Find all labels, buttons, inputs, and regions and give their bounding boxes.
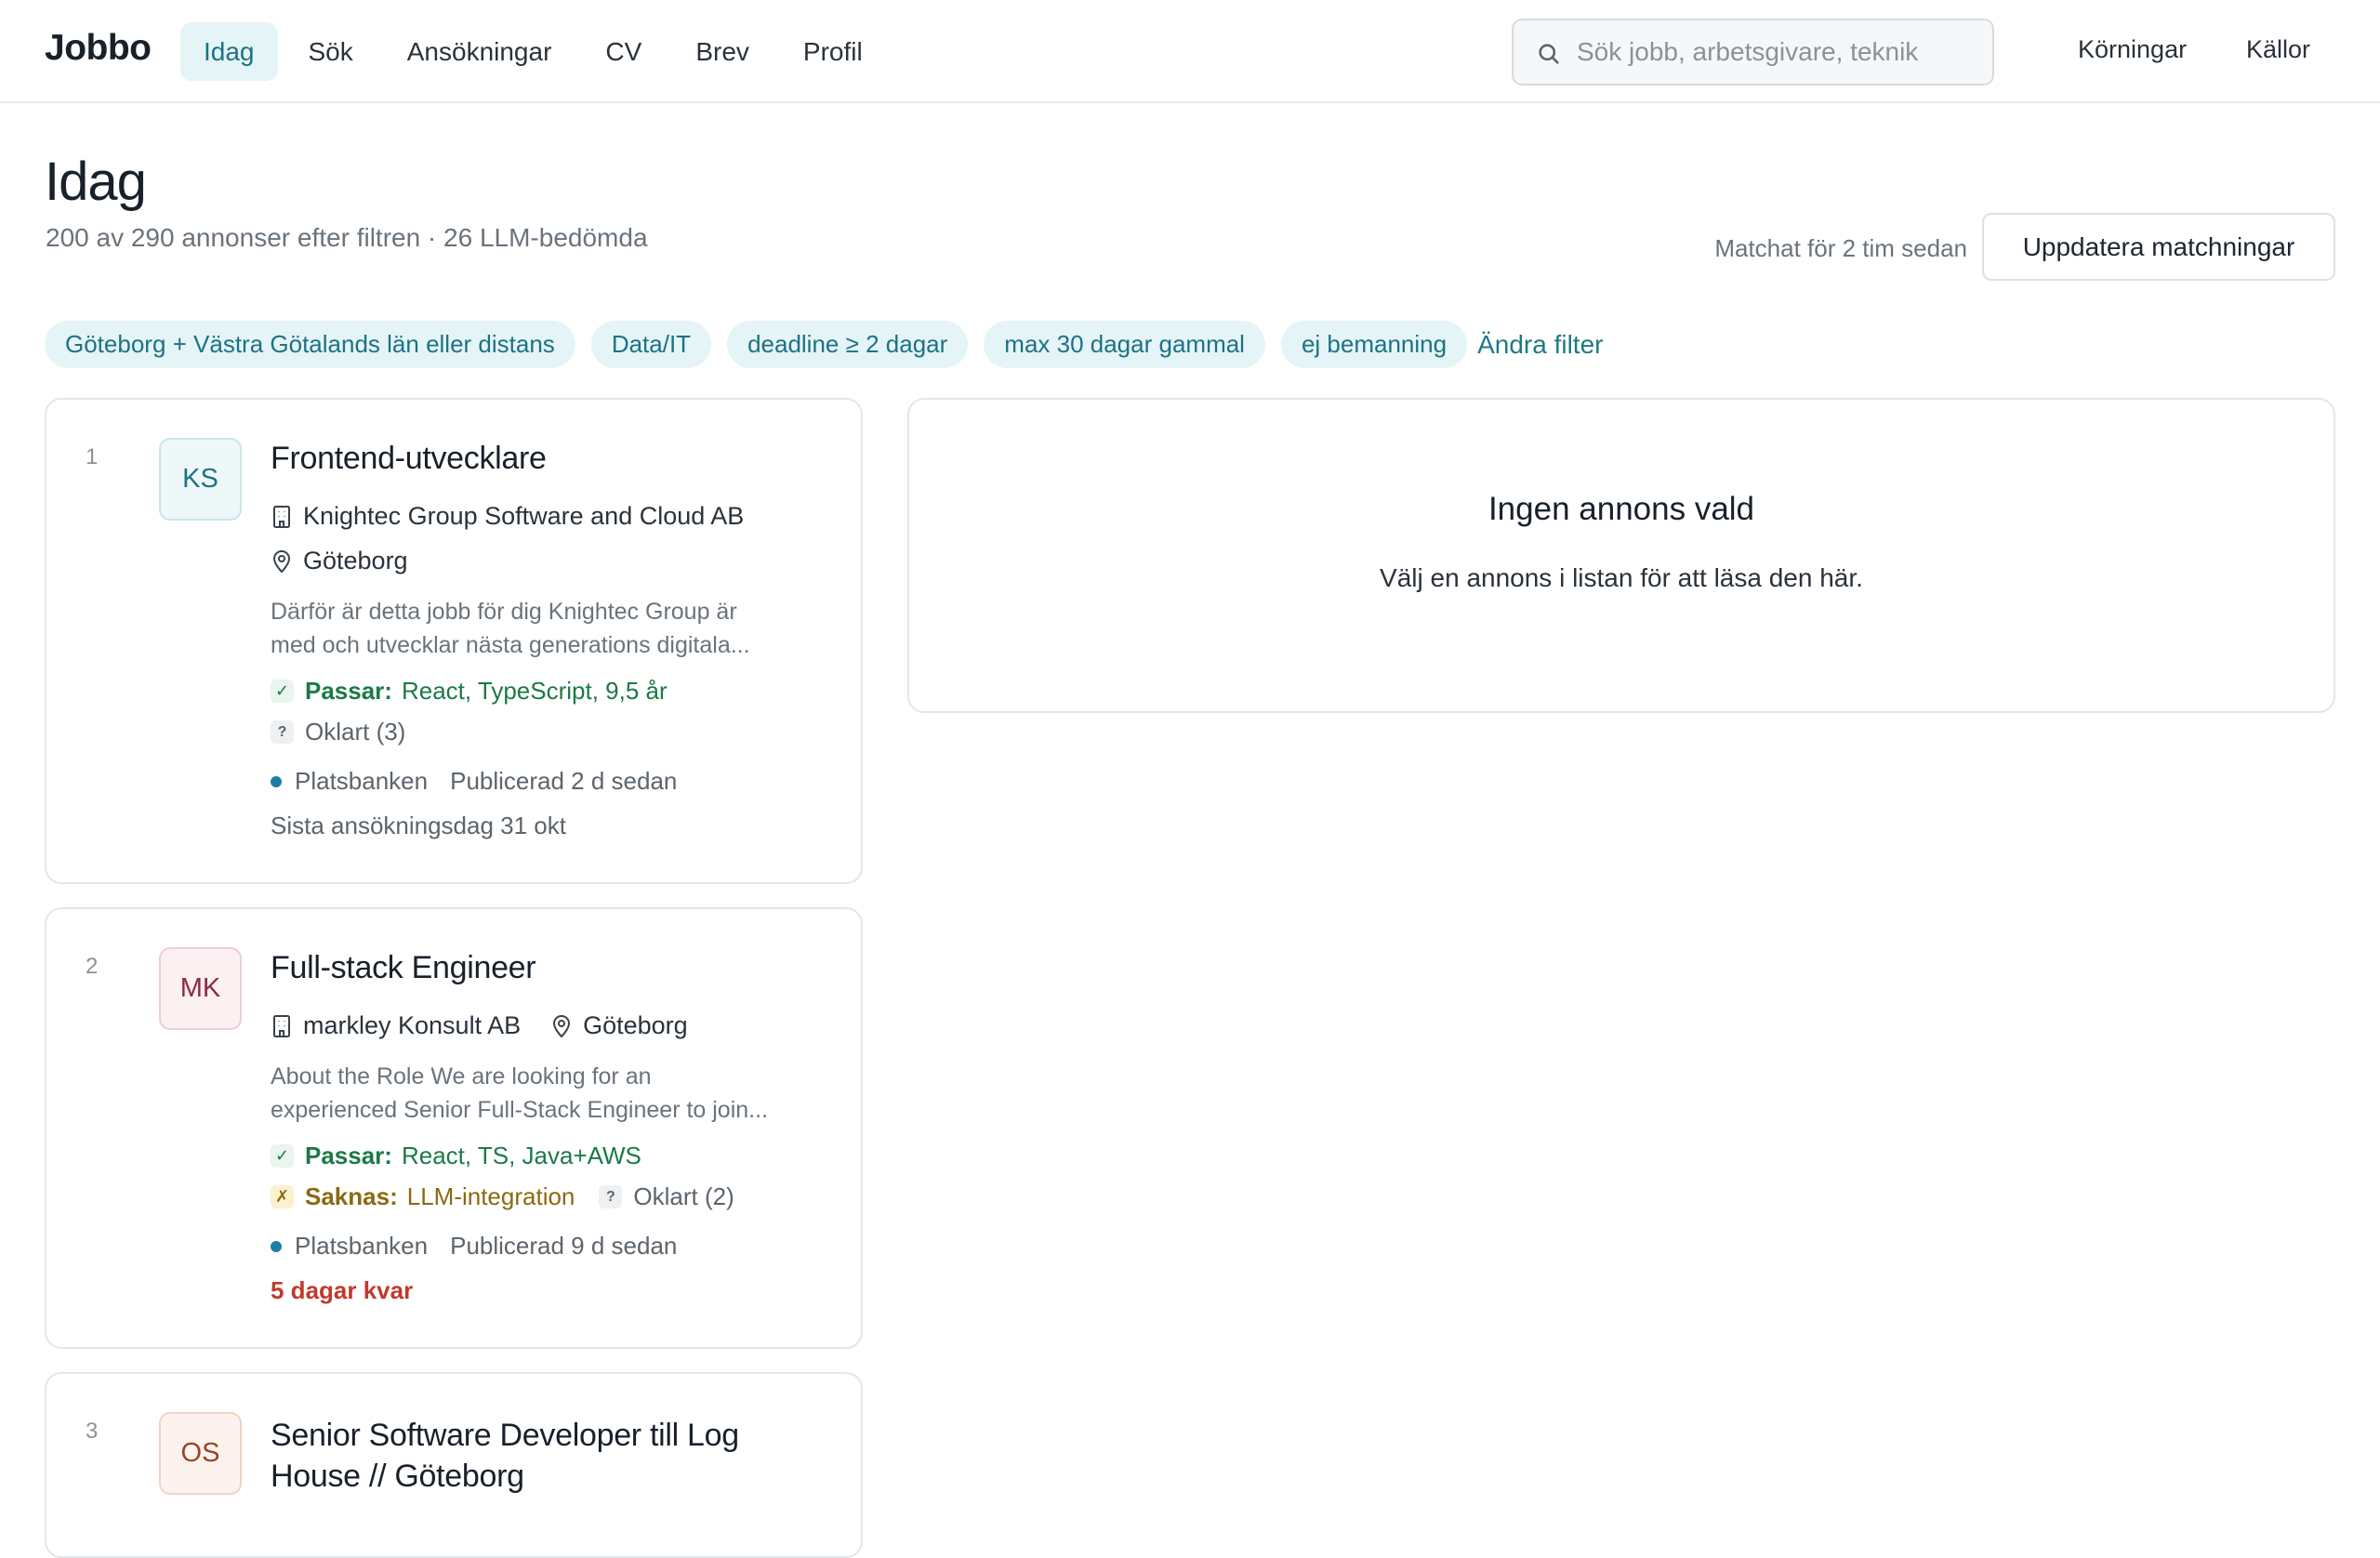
- company-name: markley Konsult AB: [303, 1011, 522, 1039]
- company-avatar: KS: [159, 438, 242, 521]
- top-navigation-bar: Jobbo Idag Sök Ansökningar CV Brev Profi…: [0, 0, 2380, 103]
- nav-item-ansokningar[interactable]: Ansökningar: [384, 22, 575, 81]
- job-card[interactable]: 1 KS Frontend-utvecklare Knightec Group …: [45, 398, 863, 884]
- search-box: [1512, 19, 1994, 86]
- fits-skills: React, TS, Java+AWS: [401, 1142, 641, 1169]
- job-description: About the Role We are looking for an exp…: [271, 1063, 769, 1123]
- job-number: 1: [86, 444, 99, 469]
- update-matches-button[interactable]: Uppdatera matchningar: [1982, 213, 2335, 281]
- company-avatar: OS: [159, 1412, 242, 1495]
- page-title: Idag: [45, 152, 147, 212]
- application-deadline: Sista ansökningsdag 31 okt: [271, 812, 566, 839]
- nav-item-sok[interactable]: Sök: [285, 22, 377, 81]
- source-dot-icon: [271, 775, 282, 787]
- filter-chip-staffing[interactable]: ej bemanning: [1280, 321, 1468, 368]
- nav-item-idag[interactable]: Idag: [180, 22, 278, 81]
- unclear-count: Oklart (2): [633, 1182, 734, 1210]
- empty-state-title: Ingen annons vald: [1488, 491, 1755, 527]
- brand-logo[interactable]: Jobbo: [45, 28, 152, 69]
- company-name: Knightec Group Software and Cloud AB: [303, 502, 745, 530]
- company-avatar: MK: [159, 947, 242, 1030]
- filter-chip-age[interactable]: max 30 dagar gammal: [984, 321, 1265, 368]
- filter-chip-deadline[interactable]: deadline ≥ 2 dagar: [727, 321, 969, 368]
- company-line: Knightec Group Software and Cloud AB: [271, 502, 744, 531]
- runs-link[interactable]: Körningar: [2078, 35, 2187, 64]
- job-card[interactable]: 2 MK Full-stack Engineer markley Konsult…: [45, 907, 863, 1349]
- empty-state-text: Välj en annons i listan för att läsa den…: [1380, 563, 1863, 592]
- published-date: Publicerad 9 d sedan: [450, 1232, 678, 1260]
- search-input[interactable]: [1577, 30, 1977, 74]
- nav-item-cv[interactable]: CV: [582, 22, 665, 81]
- search-icon: [1539, 44, 1559, 64]
- nav-item-brev[interactable]: Brev: [672, 22, 773, 81]
- company-location-line: markley Konsult AB Göteborg: [271, 1011, 688, 1040]
- change-filters-link[interactable]: Ändra filter: [1477, 330, 1603, 360]
- filter-chips: Göteborg + Västra Götalands län eller di…: [45, 321, 1604, 368]
- building-icon: [273, 505, 290, 528]
- fits-skills: React, TypeScript, 9,5 år: [401, 677, 668, 705]
- job-number: 3: [86, 1419, 99, 1444]
- filter-chip-location[interactable]: Göteborg + Västra Götalands län eller di…: [45, 321, 575, 368]
- filter-chip-category[interactable]: Data/IT: [590, 321, 712, 368]
- job-source: Platsbanken: [295, 767, 429, 795]
- source-line: Platsbanken Publicerad 9 d sedan: [271, 1232, 677, 1261]
- location-line: Göteborg: [271, 547, 408, 575]
- fits-line: ✓ Passar: React, TS, Java+AWS: [271, 1142, 641, 1170]
- unclear-count: Oklart (3): [305, 718, 406, 746]
- missing-skills: LLM-integration: [406, 1182, 575, 1210]
- job-card[interactable]: 3 OS Senior Software Developer till Log …: [45, 1372, 863, 1558]
- job-detail-panel: Ingen annons vald Välj en annons i lista…: [907, 398, 2335, 713]
- matched-timestamp: Matchat för 2 tim sedan: [1714, 234, 1967, 262]
- sources-link[interactable]: Källor: [2246, 35, 2310, 64]
- job-title[interactable]: Full-stack Engineer: [271, 950, 536, 986]
- job-title[interactable]: Senior Software Developer till Log House…: [271, 1415, 739, 1497]
- check-icon: ✓: [271, 1144, 294, 1168]
- unclear-line: ? Oklart (3): [271, 718, 405, 746]
- job-description: Därför är detta jobb för dig Knightec Gr…: [271, 599, 750, 658]
- missing-line: ✗ Saknas: LLM-integration ? Oklart (2): [271, 1182, 734, 1211]
- job-location: Göteborg: [583, 1011, 688, 1039]
- published-date: Publicerad 2 d sedan: [450, 767, 678, 795]
- job-location: Göteborg: [303, 547, 408, 574]
- main-nav: Idag Sök Ansökningar CV Brev Profil: [180, 22, 886, 81]
- job-title[interactable]: Frontend-utvecklare: [271, 441, 547, 477]
- question-icon: ?: [599, 1185, 623, 1208]
- location-pin-icon: [553, 1014, 571, 1037]
- page-subtitle: 200 av 290 annonser efter filtren · 26 L…: [46, 223, 648, 252]
- question-icon: ?: [271, 720, 294, 744]
- source-dot-icon: [271, 1240, 282, 1252]
- building-icon: [273, 1014, 290, 1037]
- job-source: Platsbanken: [295, 1232, 429, 1260]
- location-pin-icon: [272, 549, 291, 573]
- job-number: 2: [86, 954, 99, 979]
- nav-item-profil[interactable]: Profil: [780, 22, 886, 81]
- cross-icon: ✗: [271, 1185, 294, 1208]
- check-icon: ✓: [271, 680, 294, 703]
- days-left-badge: 5 dagar kvar: [271, 1276, 414, 1304]
- fits-line: ✓ Passar: React, TypeScript, 9,5 år: [271, 677, 668, 706]
- source-line: Platsbanken Publicerad 2 d sedan: [271, 767, 677, 796]
